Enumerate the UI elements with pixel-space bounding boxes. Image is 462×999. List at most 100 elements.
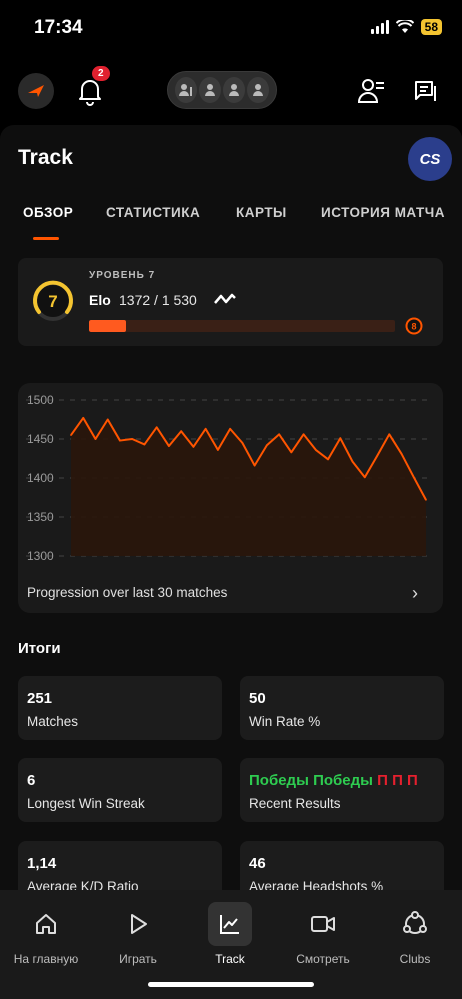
- nav-track[interactable]: Track: [184, 902, 276, 966]
- track-panel: Track CS ОБЗОР СТАТИСТИКА КАРТЫ ИСТОРИЯ …: [0, 125, 462, 890]
- elo-trend-icon: [214, 293, 236, 304]
- user-icon: [253, 84, 263, 96]
- status-icons: 58: [370, 19, 442, 35]
- elo-point: [94, 438, 97, 440]
- elo-point: [70, 434, 72, 436]
- result-loss: П: [377, 772, 388, 789]
- faceit-logo-icon: [28, 85, 44, 97]
- nav-label: Clubs: [399, 952, 431, 966]
- stat-value: 46: [249, 855, 266, 872]
- notification-badge: 2: [92, 66, 110, 81]
- result-loss: П: [392, 772, 403, 789]
- party-slot[interactable]: [199, 77, 221, 103]
- tab-match-history[interactable]: ИСТОРИЯ МАТЧА: [321, 205, 445, 220]
- stat-kd-ratio[interactable]: 1,14 Average K/D Ratio: [18, 841, 222, 890]
- tab-statistics[interactable]: СТАТИСТИКА: [106, 205, 200, 220]
- app-logo[interactable]: [18, 73, 54, 109]
- elo-point: [217, 449, 219, 451]
- elo-progress-fill: [89, 320, 126, 332]
- elo-point: [388, 433, 391, 436]
- stat-label: Longest Win Streak: [27, 796, 145, 811]
- stat-headshots[interactable]: 46 Average Headshots %: [240, 841, 444, 890]
- elo-point: [119, 439, 121, 442]
- chart-icon: [208, 902, 252, 946]
- party-slots[interactable]: [167, 71, 277, 109]
- y-tick-label: 1450: [27, 432, 54, 446]
- signal-icon: [370, 20, 389, 34]
- stat-longest-win-streak[interactable]: 6 Longest Win Streak: [18, 758, 222, 822]
- stat-label: Average Headshots %: [249, 879, 384, 890]
- friends-icon: [357, 79, 384, 103]
- elo-chart: 1500 1450 1400 1350 1300: [26, 393, 433, 563]
- next-level-badge: 8: [405, 317, 423, 335]
- chat-icon: [415, 81, 436, 101]
- y-tick-label: 1350: [27, 510, 54, 524]
- page-title: Track: [18, 146, 73, 169]
- result-win: Победы: [313, 772, 373, 789]
- elo-point: [339, 437, 342, 440]
- nav-play[interactable]: Играть: [92, 902, 184, 966]
- home-indicator: [148, 982, 314, 987]
- elo-chart-card[interactable]: 1500 1450 1400 1350 1300 Progression over la…: [18, 383, 443, 613]
- party-slot[interactable]: [175, 77, 197, 103]
- nav-home[interactable]: На главную: [0, 902, 92, 966]
- friends-button[interactable]: [357, 78, 386, 109]
- party-slot[interactable]: [247, 77, 269, 103]
- elo-point: [229, 428, 231, 430]
- stat-value: 50: [249, 690, 266, 707]
- stat-win-rate[interactable]: 50 Win Rate %: [240, 676, 444, 740]
- user-icon: [229, 84, 239, 96]
- stat-label: Recent Results: [249, 796, 341, 811]
- elo-point: [363, 476, 366, 479]
- stat-value: 6: [27, 772, 36, 789]
- nav-clubs[interactable]: Clubs: [369, 902, 461, 966]
- elo-point: [376, 455, 378, 457]
- video-icon: [301, 902, 345, 946]
- chart-caption: Progression over last 30 matches: [27, 585, 228, 600]
- result-loss: П: [407, 772, 418, 789]
- stat-recent-results[interactable]: Победы Победы П П П Recent Results: [240, 758, 444, 822]
- stat-value: 251: [27, 690, 53, 707]
- tab-bar: ОБЗОР СТАТИСТИКА КАРТЫ ИСТОРИЯ МАТЧА: [0, 205, 462, 245]
- elo-value: 1372 / 1 530: [119, 292, 197, 308]
- elo-progress-bar: [89, 320, 395, 332]
- elo-point: [155, 426, 158, 429]
- status-bar: 17:34 58: [0, 0, 462, 56]
- nav-watch[interactable]: Смотреть: [277, 902, 369, 966]
- party-slot[interactable]: [223, 77, 245, 103]
- stat-label: Matches: [27, 714, 79, 729]
- game-selector[interactable]: CS: [408, 137, 452, 181]
- top-bar: 2: [0, 66, 462, 118]
- home-icon: [24, 902, 68, 946]
- chat-button[interactable]: [412, 78, 438, 109]
- battery-icon: 58: [420, 19, 442, 35]
- elo-point: [131, 438, 134, 440]
- elo-point: [106, 418, 109, 421]
- status-time: 17:34: [34, 17, 83, 38]
- level-card[interactable]: 7 УРОВЕНЬ 7 Elo 1372 / 1 530 8: [18, 258, 443, 346]
- elo-point: [180, 430, 182, 432]
- y-tick-label: 1300: [27, 549, 54, 563]
- elo-point: [204, 428, 207, 430]
- elo-point: [266, 444, 268, 447]
- summary-title: Итоги: [18, 640, 61, 657]
- stat-label: Average K/D Ratio: [27, 879, 139, 890]
- elo-point: [400, 453, 403, 455]
- chevron-right-icon[interactable]: ›: [412, 583, 418, 604]
- elo-point: [315, 449, 317, 451]
- tab-overview[interactable]: ОБЗОР: [23, 205, 73, 220]
- elo-point: [278, 433, 280, 436]
- elo-point: [290, 451, 293, 454]
- clubs-icon: [393, 902, 437, 946]
- stat-matches[interactable]: 251 Matches: [18, 676, 222, 740]
- nav-label: На главную: [13, 952, 79, 966]
- elo-point: [302, 433, 305, 436]
- y-tick-label: 1500: [27, 393, 54, 407]
- elo-point: [327, 458, 329, 461]
- tab-maps[interactable]: КАРТЫ: [236, 205, 287, 220]
- elo-point: [425, 499, 427, 501]
- stat-label: Win Rate %: [249, 714, 321, 729]
- next-level-number: 8: [411, 322, 416, 332]
- stat-value: 1,14: [27, 855, 57, 872]
- elo-point: [253, 464, 256, 467]
